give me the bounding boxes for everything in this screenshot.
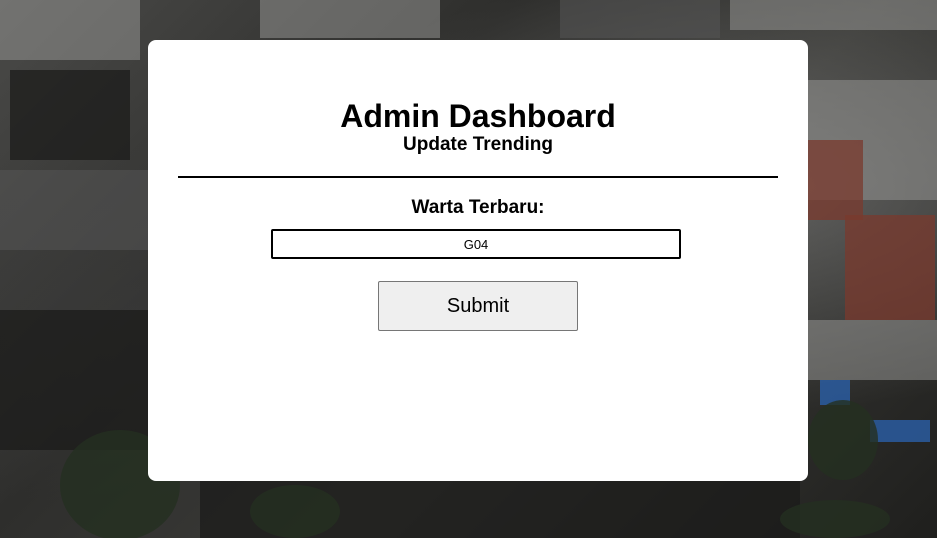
- divider: [178, 176, 778, 178]
- warta-terbaru-input[interactable]: [271, 229, 681, 259]
- page-subtitle: Update Trending: [403, 134, 553, 155]
- warta-terbaru-label: Warta Terbaru:: [411, 197, 545, 218]
- page-title: Admin Dashboard: [340, 98, 616, 134]
- admin-card: Admin Dashboard Update Trending Warta Te…: [148, 40, 808, 481]
- submit-button[interactable]: Submit: [378, 281, 578, 331]
